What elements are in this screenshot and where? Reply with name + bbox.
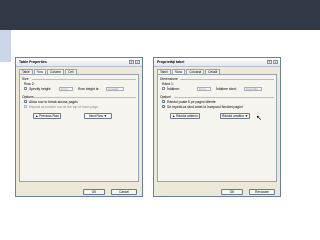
row-number-label: Rând 1:	[162, 82, 174, 86]
options-group-label: Opțiuni	[160, 95, 171, 99]
repeat-header-checkbox[interactable]	[24, 105, 27, 108]
options-group-label: Options	[22, 95, 34, 99]
help-button[interactable]: ?	[267, 59, 272, 64]
row-height-select[interactable]: At least	[106, 86, 124, 91]
previous-row-button[interactable]: ▲ Previous Row	[33, 113, 61, 119]
dialog-title: Table Properties	[19, 59, 47, 64]
divider	[174, 97, 274, 98]
specify-height-checkbox[interactable]	[24, 87, 27, 90]
next-row-button[interactable]: Rândul următor ▼	[220, 113, 250, 119]
previous-row-button[interactable]: ▲ Rândul anterior	[170, 113, 200, 119]
row-height-is-label: Row height is:	[78, 87, 100, 91]
size-group-label: Dimensiune	[160, 77, 178, 81]
slide-top-band	[0, 0, 320, 30]
allow-break-checkbox[interactable]: ✓	[24, 100, 28, 104]
close-button[interactable]: ×	[135, 59, 140, 64]
title-bar: Proprietăţi tabel ? ×	[154, 58, 280, 67]
help-button[interactable]: ?	[129, 59, 134, 64]
specify-height-label: Înălțime:	[167, 87, 180, 91]
height-field[interactable]: 0 cm	[59, 86, 73, 91]
dialog-title: Proprietăţi tabel	[157, 59, 185, 64]
divider	[180, 79, 274, 80]
size-group-label: Size	[22, 77, 29, 81]
repeat-header-label: Repeat as header row at the top of each …	[29, 105, 98, 109]
cancel-button[interactable]: Cancel	[111, 189, 137, 195]
next-row-button[interactable]: Next Row ▼	[84, 113, 112, 119]
row-tab-panel: Dimensiune Rând 1: Înălțime: 0 cm Înălți…	[157, 74, 277, 182]
mouse-pointer-icon: ↖	[256, 115, 262, 122]
ok-button[interactable]: OK	[221, 189, 243, 195]
allow-break-label: Allow row to break across pages	[29, 100, 78, 104]
cancel-button[interactable]: Revocare	[249, 189, 275, 195]
slide-left-band	[0, 30, 11, 62]
allow-break-label: Rândul poate fi pe pagini diferite	[167, 100, 216, 104]
height-field[interactable]: 0 cm	[197, 86, 211, 91]
ok-button[interactable]: OK	[83, 189, 105, 195]
title-bar: Table Properties ? ×	[16, 58, 142, 67]
divider	[32, 79, 136, 80]
row-tab-panel: Size Row 2: Specify height: 0 cm Row hei…	[19, 74, 139, 182]
repeat-header-label: Se repetă ca rând antet la începutul fie…	[167, 105, 243, 109]
row-number-label: Row 2:	[24, 82, 35, 86]
specify-height-label: Specify height:	[29, 87, 52, 91]
allow-break-checkbox[interactable]: ✓	[162, 100, 166, 104]
row-height-select[interactable]: Cel puțin	[244, 86, 262, 91]
table-properties-dialog: Table Properties ? × Table Row Column Cell …	[15, 57, 143, 197]
row-height-is-label: Înălțime rând:	[216, 87, 237, 91]
divider	[34, 97, 136, 98]
specify-height-checkbox[interactable]	[162, 87, 165, 90]
table-properties-dialog-ro: Proprietăţi tabel ? × Tabel Rând Coloană Ce…	[153, 57, 281, 197]
repeat-header-checkbox[interactable]: ✓	[162, 105, 166, 109]
close-button[interactable]: ×	[273, 59, 278, 64]
